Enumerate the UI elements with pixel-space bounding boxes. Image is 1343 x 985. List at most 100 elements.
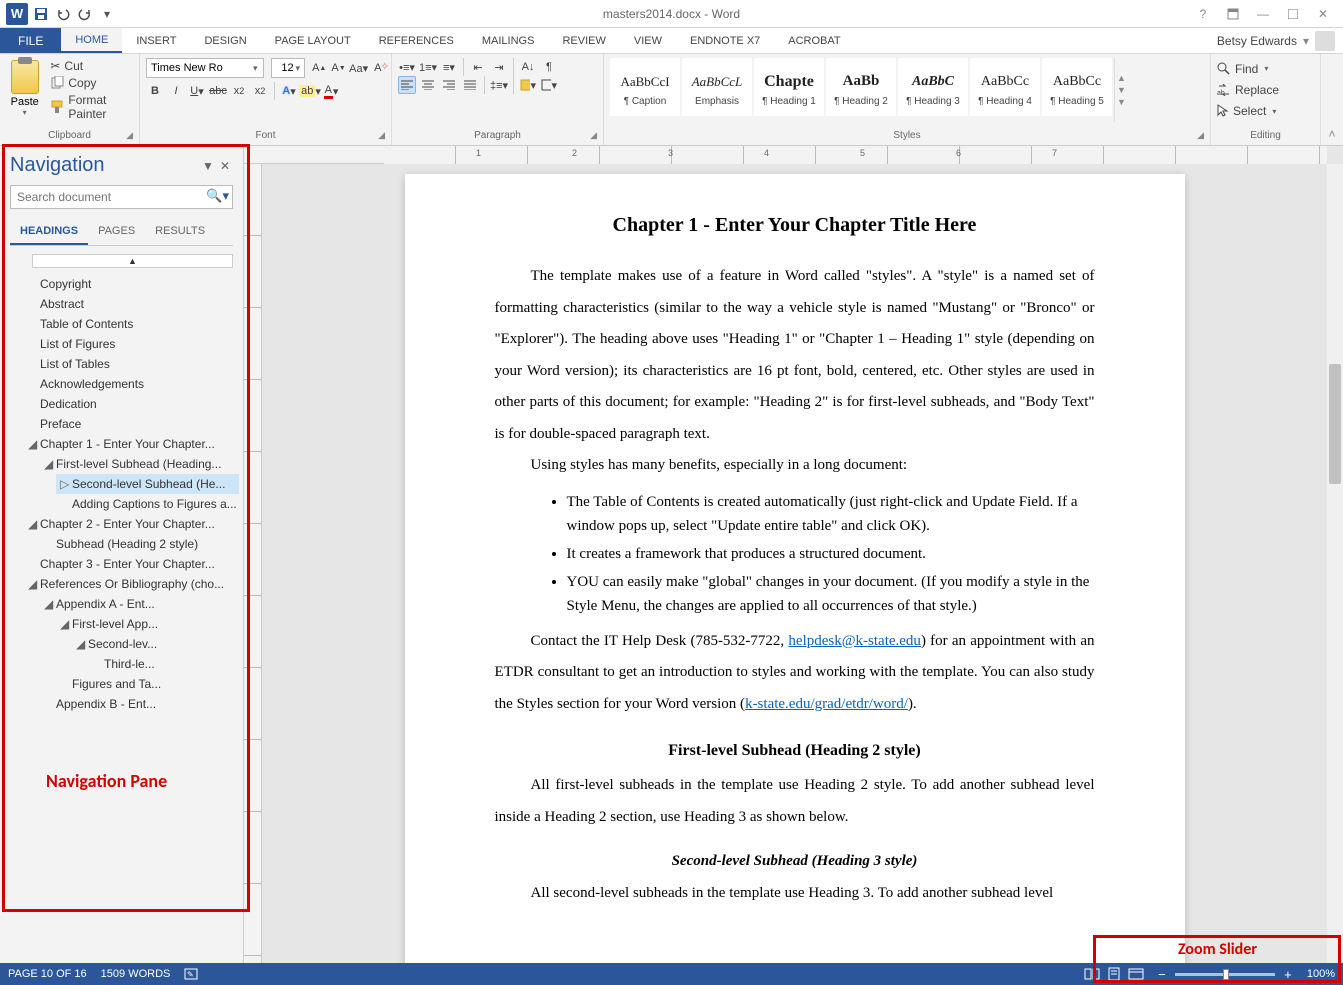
show-marks-icon[interactable]: ¶ <box>540 58 558 76</box>
tab-mailings[interactable]: MAILINGS <box>468 28 549 53</box>
font-color-icon[interactable]: A▾ <box>322 82 340 100</box>
undo-icon[interactable] <box>54 5 72 23</box>
help-icon[interactable]: ? <box>1189 4 1217 24</box>
style-item[interactable]: AaBb¶ Heading 2 <box>826 58 896 116</box>
style-item[interactable]: AaBbCc¶ Heading 5 <box>1042 58 1112 116</box>
ribbon-display-icon[interactable] <box>1219 4 1247 24</box>
nav-tree-node[interactable]: ◢Second-lev... <box>72 634 239 654</box>
align-left-icon[interactable] <box>398 76 416 94</box>
web-layout-icon[interactable] <box>1125 965 1147 983</box>
url-link[interactable]: k-state.edu/grad/etdr/word/ <box>745 696 908 712</box>
multilevel-list-icon[interactable]: ≡▾ <box>440 58 458 76</box>
nav-tree-node[interactable]: Abstract <box>24 294 239 314</box>
user-account[interactable]: Betsy Edwards ▾ <box>1217 28 1343 53</box>
font-size-combo[interactable] <box>271 58 305 78</box>
nav-tree-node[interactable]: Chapter 3 - Enter Your Chapter... <box>24 554 239 574</box>
collapse-ribbon-icon[interactable]: ˄ <box>1328 127 1335 141</box>
nav-tree-node[interactable]: ◢Chapter 2 - Enter Your Chapter... <box>24 514 239 534</box>
paragraph-launcher-icon[interactable]: ◢ <box>590 130 597 141</box>
zoom-out-button[interactable]: − <box>1155 967 1169 982</box>
expand-icon[interactable]: ◢ <box>44 597 54 611</box>
clear-formatting-icon[interactable]: A✧ <box>371 59 385 77</box>
expand-icon[interactable]: ◢ <box>28 577 38 591</box>
nav-tab-pages[interactable]: PAGES <box>88 219 145 245</box>
paste-button[interactable]: Paste ▾ <box>6 58 43 122</box>
nav-tree-node[interactable]: List of Tables <box>24 354 239 374</box>
zoom-track[interactable] <box>1175 973 1275 976</box>
nav-tree-node[interactable]: Table of Contents <box>24 314 239 334</box>
nav-tree-node[interactable]: ◢First-level Subhead (Heading... <box>40 454 239 474</box>
copy-button[interactable]: Copy <box>50 76 133 90</box>
page-scroll-area[interactable]: Chapter 1 - Enter Your Chapter Title Her… <box>262 164 1327 963</box>
highlight-icon[interactable]: ab▾ <box>301 82 319 100</box>
shading-icon[interactable]: ▾ <box>519 76 537 94</box>
zoom-knob[interactable] <box>1223 969 1229 980</box>
nav-pane-close-icon[interactable]: ✕ <box>217 159 233 173</box>
email-link[interactable]: helpdesk@k-state.edu <box>788 633 921 649</box>
nav-tree-node[interactable]: ◢First-level App... <box>56 614 239 634</box>
format-painter-button[interactable]: Format Painter <box>50 93 133 121</box>
vertical-scrollbar[interactable] <box>1327 164 1343 963</box>
decrease-indent-icon[interactable]: ⇤ <box>469 58 487 76</box>
nav-tree-node[interactable]: ◢References Or Bibliography (cho... <box>24 574 239 594</box>
zoom-level[interactable]: 100% <box>1307 968 1335 980</box>
style-item[interactable]: AaBbCcI¶ Caption <box>610 58 680 116</box>
customize-qat-icon[interactable]: ▾ <box>98 5 116 23</box>
nav-tree-node[interactable]: Adding Captions to Figures a... <box>56 494 239 514</box>
nav-search-input[interactable] <box>10 185 233 209</box>
nav-tree-node[interactable]: Dedication <box>24 394 239 414</box>
borders-icon[interactable]: ▾ <box>540 76 558 94</box>
increase-indent-icon[interactable]: ⇥ <box>490 58 508 76</box>
nav-pane-options-icon[interactable]: ▼ <box>199 159 217 173</box>
cut-button[interactable]: ✂Cut <box>50 59 133 73</box>
styles-gallery[interactable]: AaBbCcI¶ CaptionAaBbCcLEmphasisChapte¶ H… <box>610 58 1204 122</box>
expand-icon[interactable]: ◢ <box>44 457 54 471</box>
zoom-in-button[interactable]: + <box>1281 967 1295 982</box>
document-page[interactable]: Chapter 1 - Enter Your Chapter Title Her… <box>405 174 1185 963</box>
nav-tree-node[interactable]: Third-le... <box>88 654 239 674</box>
align-right-icon[interactable] <box>440 76 458 94</box>
word-app-icon[interactable]: W <box>6 3 28 25</box>
close-icon[interactable]: ✕ <box>1309 4 1337 24</box>
nav-tree-node[interactable]: Preface <box>24 414 239 434</box>
nav-tab-headings[interactable]: HEADINGS <box>10 219 88 245</box>
save-icon[interactable] <box>32 5 50 23</box>
nav-tree-node[interactable]: Copyright <box>24 274 239 294</box>
nav-tree-node[interactable]: ◢Chapter 1 - Enter Your Chapter... <box>24 434 239 454</box>
styles-more-icon[interactable]: ▼ <box>1115 97 1128 107</box>
nav-collapse-bar[interactable]: ▲ <box>32 254 233 268</box>
font-launcher-icon[interactable]: ◢ <box>378 130 385 141</box>
tab-view[interactable]: VIEW <box>620 28 676 53</box>
select-button[interactable]: Select▾ <box>1217 102 1314 120</box>
read-mode-icon[interactable] <box>1081 965 1103 983</box>
subscript-button[interactable]: x2 <box>230 82 248 100</box>
style-item[interactable]: AaBbCc¶ Heading 4 <box>970 58 1040 116</box>
page-indicator[interactable]: PAGE 10 OF 16 <box>8 968 87 980</box>
horizontal-ruler[interactable]: 1234567 <box>244 146 1327 164</box>
scrollbar-thumb[interactable] <box>1329 364 1341 484</box>
maximize-icon[interactable] <box>1279 4 1307 24</box>
nav-tab-results[interactable]: RESULTS <box>145 219 215 245</box>
nav-tree-node[interactable]: List of Figures <box>24 334 239 354</box>
expand-icon[interactable]: ◢ <box>76 637 86 651</box>
replace-button[interactable]: abReplace <box>1217 81 1314 99</box>
bold-button[interactable]: B <box>146 82 164 100</box>
expand-icon[interactable]: ◢ <box>28 517 38 531</box>
grow-font-icon[interactable]: A▲ <box>311 59 327 77</box>
tab-insert[interactable]: INSERT <box>122 28 190 53</box>
style-item[interactable]: AaBbC¶ Heading 3 <box>898 58 968 116</box>
expand-icon[interactable]: ◢ <box>60 617 70 631</box>
nav-tree-node[interactable]: Subhead (Heading 2 style) <box>40 534 239 554</box>
numbering-icon[interactable]: 1≡▾ <box>419 58 437 76</box>
styles-scroll-down-icon[interactable]: ▼ <box>1115 85 1128 95</box>
nav-tree-node[interactable]: ▷Second-level Subhead (He... <box>56 474 239 494</box>
shrink-font-icon[interactable]: A▼ <box>330 59 346 77</box>
nav-tree-node[interactable]: Figures and Ta... <box>56 674 239 694</box>
styles-launcher-icon[interactable]: ◢ <box>1197 130 1204 141</box>
tab-page-layout[interactable]: PAGE LAYOUT <box>261 28 365 53</box>
find-button[interactable]: Find▾ <box>1217 60 1314 78</box>
line-spacing-icon[interactable]: ‡≡▾ <box>490 76 508 94</box>
superscript-button[interactable]: x2 <box>251 82 269 100</box>
nav-tree-node[interactable]: Acknowledgements <box>24 374 239 394</box>
text-effects-icon[interactable]: A▾ <box>280 82 298 100</box>
